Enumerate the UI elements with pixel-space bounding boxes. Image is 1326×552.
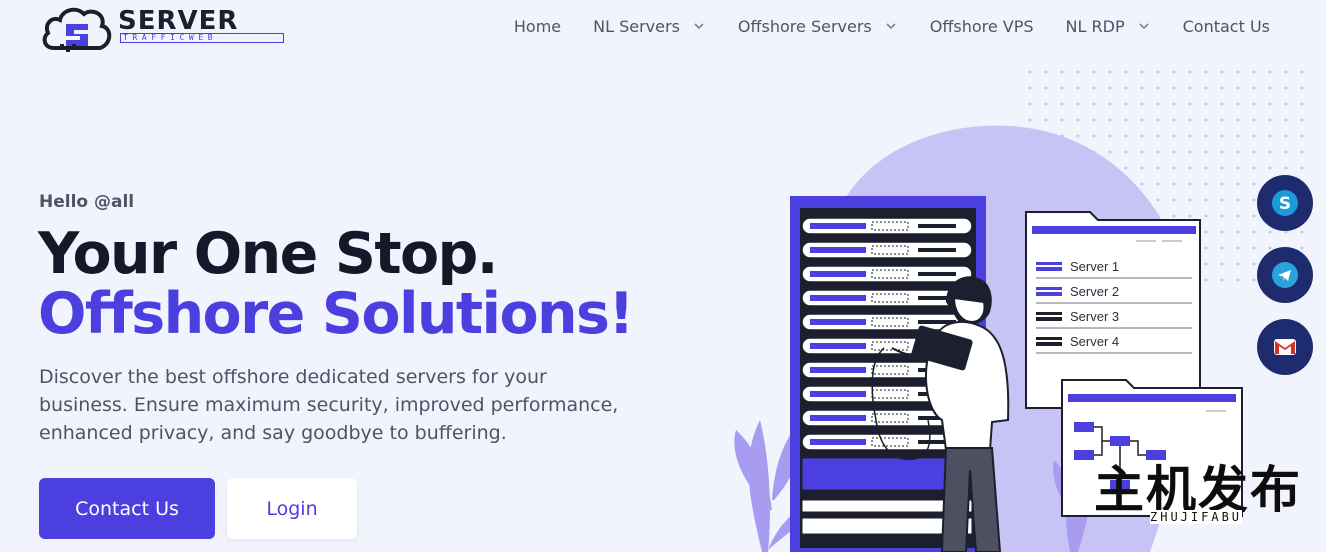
hero-description: Discover the best offshore dedicated ser… xyxy=(39,366,619,444)
nav-item-offshore-servers[interactable]: Offshore Servers xyxy=(738,15,898,37)
cloud-s-logo-icon xyxy=(42,7,112,52)
watermark-subtitle: ZHUJIFABU xyxy=(1150,510,1243,524)
rack-unit xyxy=(801,217,973,235)
nav-item-label: Offshore VPS xyxy=(929,16,1034,36)
svg-text:S: S xyxy=(1279,194,1291,214)
gmail-contact-button[interactable] xyxy=(1257,319,1313,375)
telegram-icon xyxy=(1272,262,1298,288)
hero-headline-line-2: Offshore Solutions! xyxy=(38,281,634,347)
logo-wordmark: SERVER xyxy=(118,6,239,36)
chevron-down-icon xyxy=(1137,19,1151,33)
rack-unit xyxy=(801,265,973,283)
nav-item-label: Contact Us xyxy=(1182,16,1270,36)
chevron-down-icon xyxy=(884,19,898,33)
hero-headline-line-1: Your One Stop. xyxy=(38,221,498,287)
server-list-label: Server 3 xyxy=(1070,309,1119,324)
skype-contact-button[interactable]: S xyxy=(1257,175,1313,231)
nav-item-label: NL Servers xyxy=(593,16,680,36)
main-nav: Home NL Servers Offshore Servers Offshore V… xyxy=(482,15,1270,37)
nav-item-label: NL RDP xyxy=(1065,16,1125,36)
logo-subtitle: TRAFFICWEB xyxy=(120,33,284,43)
gmail-icon xyxy=(1274,339,1296,355)
skype-icon: S xyxy=(1272,190,1298,216)
login-button[interactable]: Login xyxy=(227,478,357,539)
nav-item-nl-rdp[interactable]: NL RDP xyxy=(1066,15,1151,37)
nav-item-label: Offshore Servers xyxy=(737,16,872,36)
nav-item-label: Home xyxy=(513,16,562,36)
nav-item-home[interactable]: Home xyxy=(514,15,561,37)
nav-item-nl-servers[interactable]: NL Servers xyxy=(593,15,706,37)
server-list-panel: Server 1 Server 2 Server 3 Server 4 xyxy=(1025,211,1201,409)
chevron-down-icon xyxy=(692,19,706,33)
telegram-contact-button[interactable] xyxy=(1257,247,1313,303)
server-list-label: Server 2 xyxy=(1070,284,1119,299)
nav-item-contact-us[interactable]: Contact Us xyxy=(1183,15,1270,37)
server-list-label: Server 1 xyxy=(1070,259,1119,274)
rack-unit xyxy=(801,241,973,259)
hero-greeting: Hello @all xyxy=(39,192,135,212)
server-list-label: Server 4 xyxy=(1070,334,1119,349)
nav-item-offshore-vps[interactable]: Offshore VPS xyxy=(930,15,1034,37)
contact-us-button[interactable]: Contact Us xyxy=(39,478,215,539)
site-logo[interactable]: SERVER TRAFFICWEB xyxy=(40,4,288,52)
